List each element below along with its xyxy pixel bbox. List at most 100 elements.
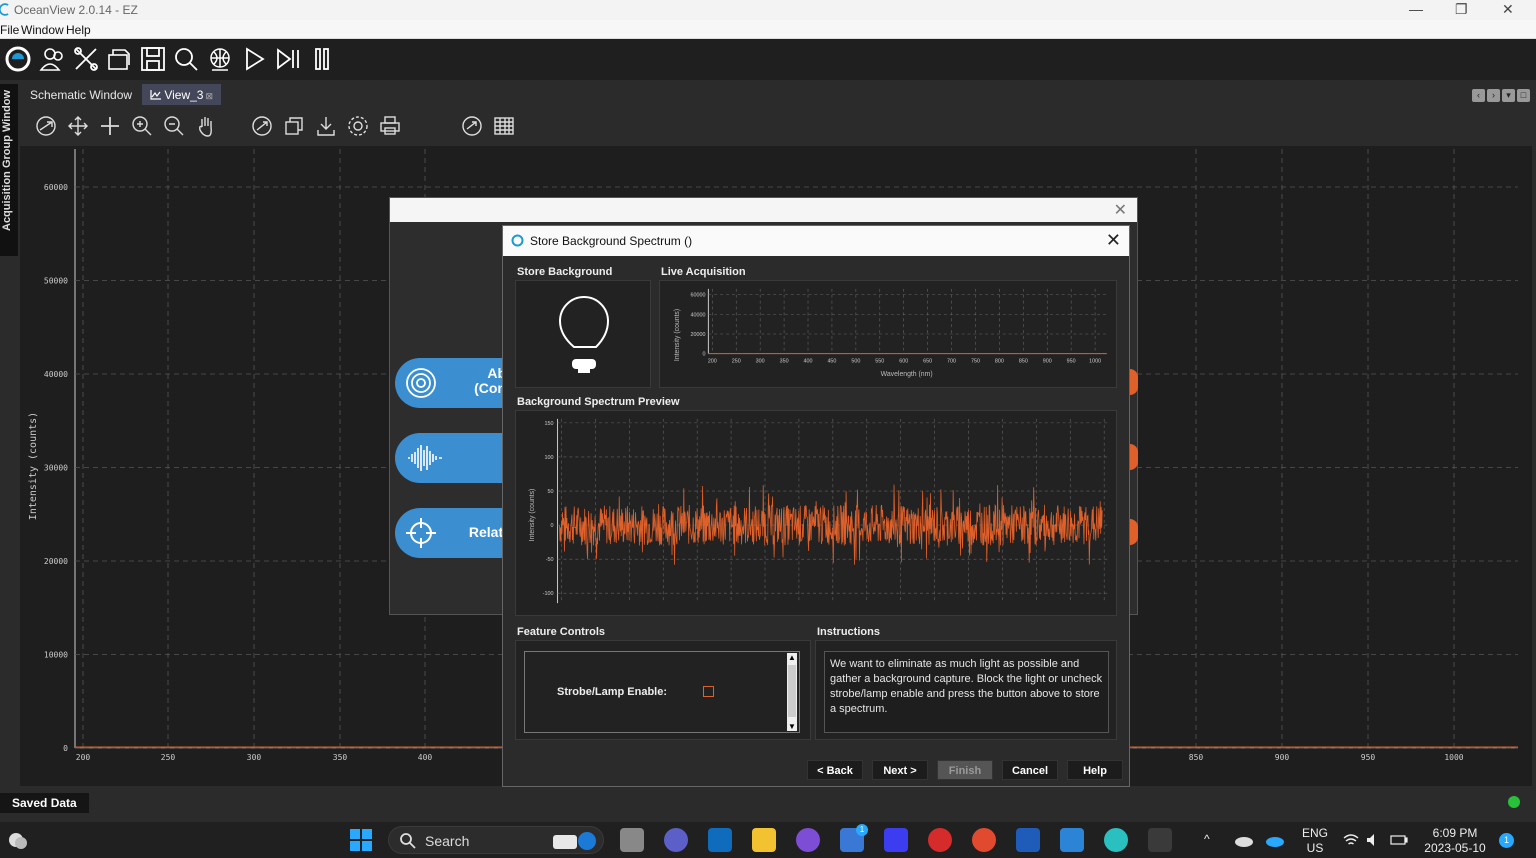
scroll-down-icon[interactable]: ▼ xyxy=(787,722,797,731)
teams-icon[interactable] xyxy=(664,828,688,852)
live-acquisition-chart[interactable]: Intensity (counts) Wavelength (nm) 0 2000… xyxy=(659,280,1117,388)
pan-arrows-icon[interactable] xyxy=(67,115,89,137)
tab-schematic-window[interactable]: Schematic Window xyxy=(22,84,140,105)
live-chart-ylabel: Intensity (counts) xyxy=(674,309,681,361)
view-prev-icon[interactable]: ‹ xyxy=(1472,89,1485,102)
taskbar-search[interactable]: Search xyxy=(388,826,604,854)
tab-view-3[interactable]: View_3 ⊠ xyxy=(142,84,222,105)
orange-edge-2 xyxy=(1130,444,1138,470)
live-x-tick: 550 xyxy=(875,358,884,364)
feature-scrollbar[interactable]: ▲ ▼ xyxy=(787,653,797,731)
title-bar: OceanView 2.0.14 - EZ — ❐ ✕ xyxy=(0,0,1536,20)
next-button[interactable]: Next > xyxy=(872,760,928,780)
download-icon[interactable] xyxy=(315,115,337,137)
back-button[interactable]: < Back xyxy=(807,760,863,780)
oceanview-taskbar-icon[interactable] xyxy=(1148,828,1172,852)
store-background-button[interactable] xyxy=(515,280,651,388)
task-view-icon[interactable] xyxy=(620,828,644,852)
menu-window[interactable]: Window xyxy=(21,23,64,37)
minimize-button[interactable]: — xyxy=(1409,1,1423,17)
dialog-title: Store Background Spectrum () xyxy=(530,234,693,248)
preview-y-tick: -100 xyxy=(543,591,554,597)
live-x-tick: 500 xyxy=(851,358,860,364)
weather-widget-icon[interactable] xyxy=(6,828,30,852)
user-profiles-icon[interactable] xyxy=(38,45,66,73)
measurement-wizard-header: ✕ xyxy=(390,198,1137,222)
graph-settings-icon[interactable] xyxy=(347,115,369,137)
background-preview-label: Background Spectrum Preview xyxy=(517,396,680,408)
zotero-icon[interactable] xyxy=(928,828,952,852)
absorbance-mode-button[interactable]: Ab (Con xyxy=(395,358,510,408)
main-x-tick: 950 xyxy=(1361,753,1376,762)
wifi-icon[interactable] xyxy=(1343,833,1359,847)
dialog-close-button[interactable]: ✕ xyxy=(1106,230,1121,251)
zoom-out-icon[interactable] xyxy=(163,115,185,137)
print-icon[interactable] xyxy=(379,115,401,137)
notes-app-icon[interactable] xyxy=(884,828,908,852)
view-next-icon[interactable]: › xyxy=(1487,89,1500,102)
strobe-lamp-checkbox[interactable] xyxy=(703,686,714,697)
notification-badge[interactable]: 1 xyxy=(1499,833,1514,848)
help-button[interactable]: Help xyxy=(1067,760,1123,780)
live-y-tick: 20000 xyxy=(690,332,705,338)
zoom-in-icon[interactable] xyxy=(131,115,153,137)
tray-overflow-icon[interactable]: ^ xyxy=(1204,832,1210,847)
step-forward-icon[interactable] xyxy=(274,45,302,73)
tab-close-icon[interactable]: ⊠ xyxy=(205,91,213,101)
word-icon[interactable] xyxy=(1016,828,1040,852)
tools-icon[interactable] xyxy=(72,45,100,73)
measurement-wizard-close-button[interactable]: ✕ xyxy=(1114,200,1127,220)
search-icon[interactable] xyxy=(172,45,200,73)
status-bar: Saved Data xyxy=(0,790,1536,814)
orange-edge-1 xyxy=(1130,369,1138,395)
waveform-mode-button[interactable] xyxy=(395,433,510,483)
search-highlight-icon xyxy=(553,832,596,850)
auto-scale-icon[interactable] xyxy=(35,115,57,137)
copy-graph-icon[interactable] xyxy=(283,115,305,137)
photos-icon[interactable] xyxy=(1060,828,1084,852)
pause-icon[interactable] xyxy=(308,45,336,73)
onedrive-icon[interactable] xyxy=(1265,833,1285,847)
close-window-button[interactable]: ✕ xyxy=(1502,1,1514,18)
main-x-tick: 900 xyxy=(1275,753,1290,762)
view-menu-icon[interactable]: ▾ xyxy=(1502,89,1515,102)
globe-network-icon[interactable] xyxy=(206,45,234,73)
cancel-button[interactable]: Cancel xyxy=(1002,760,1058,780)
cloud-icon[interactable] xyxy=(1234,833,1254,847)
language-indicator[interactable]: ENG US xyxy=(1300,826,1330,856)
restore-button[interactable]: ❐ xyxy=(1455,1,1468,18)
menu-file[interactable]: File xyxy=(0,23,19,37)
paint-icon[interactable] xyxy=(1104,828,1128,852)
main-chart-ylabel: Intensity (counts) xyxy=(28,412,39,520)
store-icon[interactable]: 1 xyxy=(840,824,868,852)
chrome-icon[interactable] xyxy=(972,828,996,852)
acquisition-group-window-tab[interactable]: Acquisition Group Window xyxy=(0,84,18,256)
menu-help[interactable]: Help xyxy=(66,23,91,37)
clock[interactable]: 6:09 PM 2023-05-10 xyxy=(1420,826,1490,856)
live-acquisition-label: Live Acquisition xyxy=(661,266,746,278)
windows-start-icon[interactable] xyxy=(349,828,373,852)
live-x-tick: 700 xyxy=(947,358,956,364)
open-files-icon[interactable] xyxy=(105,45,133,73)
outlook-icon[interactable] xyxy=(708,828,732,852)
battery-icon[interactable] xyxy=(1390,833,1408,847)
data-table-icon[interactable] xyxy=(493,115,515,137)
save-icon[interactable] xyxy=(139,45,167,73)
copilot-icon[interactable] xyxy=(796,828,820,852)
live-x-tick: 650 xyxy=(923,358,932,364)
auto-scale-y-icon[interactable] xyxy=(251,115,273,137)
background-preview-chart[interactable]: Intensity (counts) -100 -50 0 50 100 150 xyxy=(515,410,1117,616)
relative-mode-button[interactable]: Relati xyxy=(395,508,510,558)
scroll-up-icon[interactable]: ▲ xyxy=(787,653,797,662)
play-icon[interactable] xyxy=(240,45,268,73)
live-x-tick: 750 xyxy=(971,358,980,364)
crosshair-cursor-icon[interactable] xyxy=(99,115,121,137)
scroll-thumb[interactable] xyxy=(788,665,796,717)
saved-data-tab[interactable]: Saved Data xyxy=(0,793,89,813)
file-explorer-icon[interactable] xyxy=(752,828,776,852)
refresh-scale-icon[interactable] xyxy=(461,115,483,137)
hand-pan-icon[interactable] xyxy=(195,115,217,137)
view-maximize-icon[interactable]: □ xyxy=(1517,89,1530,102)
volume-icon[interactable] xyxy=(1366,833,1382,847)
oceanview-home-icon[interactable] xyxy=(4,45,32,73)
